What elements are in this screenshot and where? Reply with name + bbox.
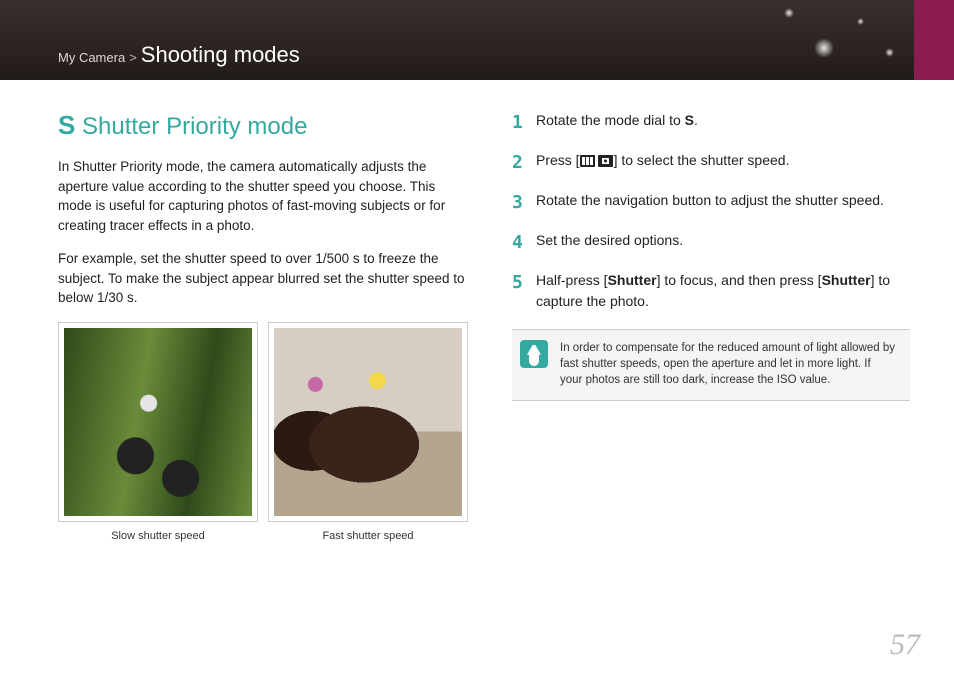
step-text: Rotate the navigation button to adjust t… xyxy=(536,190,884,216)
left-column: S Shutter Priority mode In Shutter Prior… xyxy=(58,110,468,542)
step-5: 5 Half-press [Shutter] to focus, and the… xyxy=(512,270,910,311)
breadcrumb-current: Shooting modes xyxy=(141,42,300,67)
step-number: 4 xyxy=(512,230,526,256)
intro-paragraph-1: In Shutter Priority mode, the camera aut… xyxy=(58,157,468,235)
page-content: S Shutter Priority mode In Shutter Prior… xyxy=(0,80,954,542)
mode-letter: S xyxy=(58,110,75,140)
mode-letter-inline: S xyxy=(685,112,694,128)
sparkle-decoration xyxy=(857,18,864,25)
step-number: 5 xyxy=(512,270,526,311)
breadcrumb-parent: My Camera xyxy=(58,50,125,65)
image-slow-shutter xyxy=(58,322,258,522)
step-2: 2 Press [] to select the shutter speed. xyxy=(512,150,910,176)
caption-slow: Slow shutter speed xyxy=(58,530,258,542)
page-header: My Camera > Shooting modes xyxy=(0,0,954,80)
pen-icon xyxy=(520,340,548,368)
intro-paragraph-2: For example, set the shutter speed to ov… xyxy=(58,249,468,308)
right-column: 1 Rotate the mode dial to S. 2 Press [] … xyxy=(512,110,910,542)
info-metering-icon xyxy=(580,154,614,168)
step-1: 1 Rotate the mode dial to S. xyxy=(512,110,910,136)
step-text: Press [] to select the shutter speed. xyxy=(536,150,789,176)
step-3: 3 Rotate the navigation button to adjust… xyxy=(512,190,910,216)
step-number: 1 xyxy=(512,110,526,136)
figure-fast: Fast shutter speed xyxy=(268,322,468,542)
step-text: Rotate the mode dial to S. xyxy=(536,110,698,136)
step-number: 2 xyxy=(512,150,526,176)
step-number: 3 xyxy=(512,190,526,216)
breadcrumb: My Camera > Shooting modes xyxy=(58,42,300,68)
page-number: 57 xyxy=(890,628,920,662)
step-text: Half-press [Shutter] to focus, and then … xyxy=(536,270,910,311)
caption-fast: Fast shutter speed xyxy=(268,530,468,542)
steps-list: 1 Rotate the mode dial to S. 2 Press [] … xyxy=(512,110,910,311)
page-title: S Shutter Priority mode xyxy=(58,110,468,141)
sparkle-decoration xyxy=(784,8,794,18)
note-text: In order to compensate for the reduced a… xyxy=(560,340,896,388)
example-figures: Slow shutter speed Fast shutter speed xyxy=(58,322,468,542)
image-fast-shutter xyxy=(268,322,468,522)
title-text: Shutter Priority mode xyxy=(82,113,307,140)
step-text: Set the desired options. xyxy=(536,230,683,256)
note-box: In order to compensate for the reduced a… xyxy=(512,329,910,401)
step-4: 4 Set the desired options. xyxy=(512,230,910,256)
breadcrumb-separator: > xyxy=(129,50,137,65)
sparkle-decoration xyxy=(885,48,894,57)
sparkle-decoration xyxy=(814,38,834,58)
figure-slow: Slow shutter speed xyxy=(58,322,258,542)
